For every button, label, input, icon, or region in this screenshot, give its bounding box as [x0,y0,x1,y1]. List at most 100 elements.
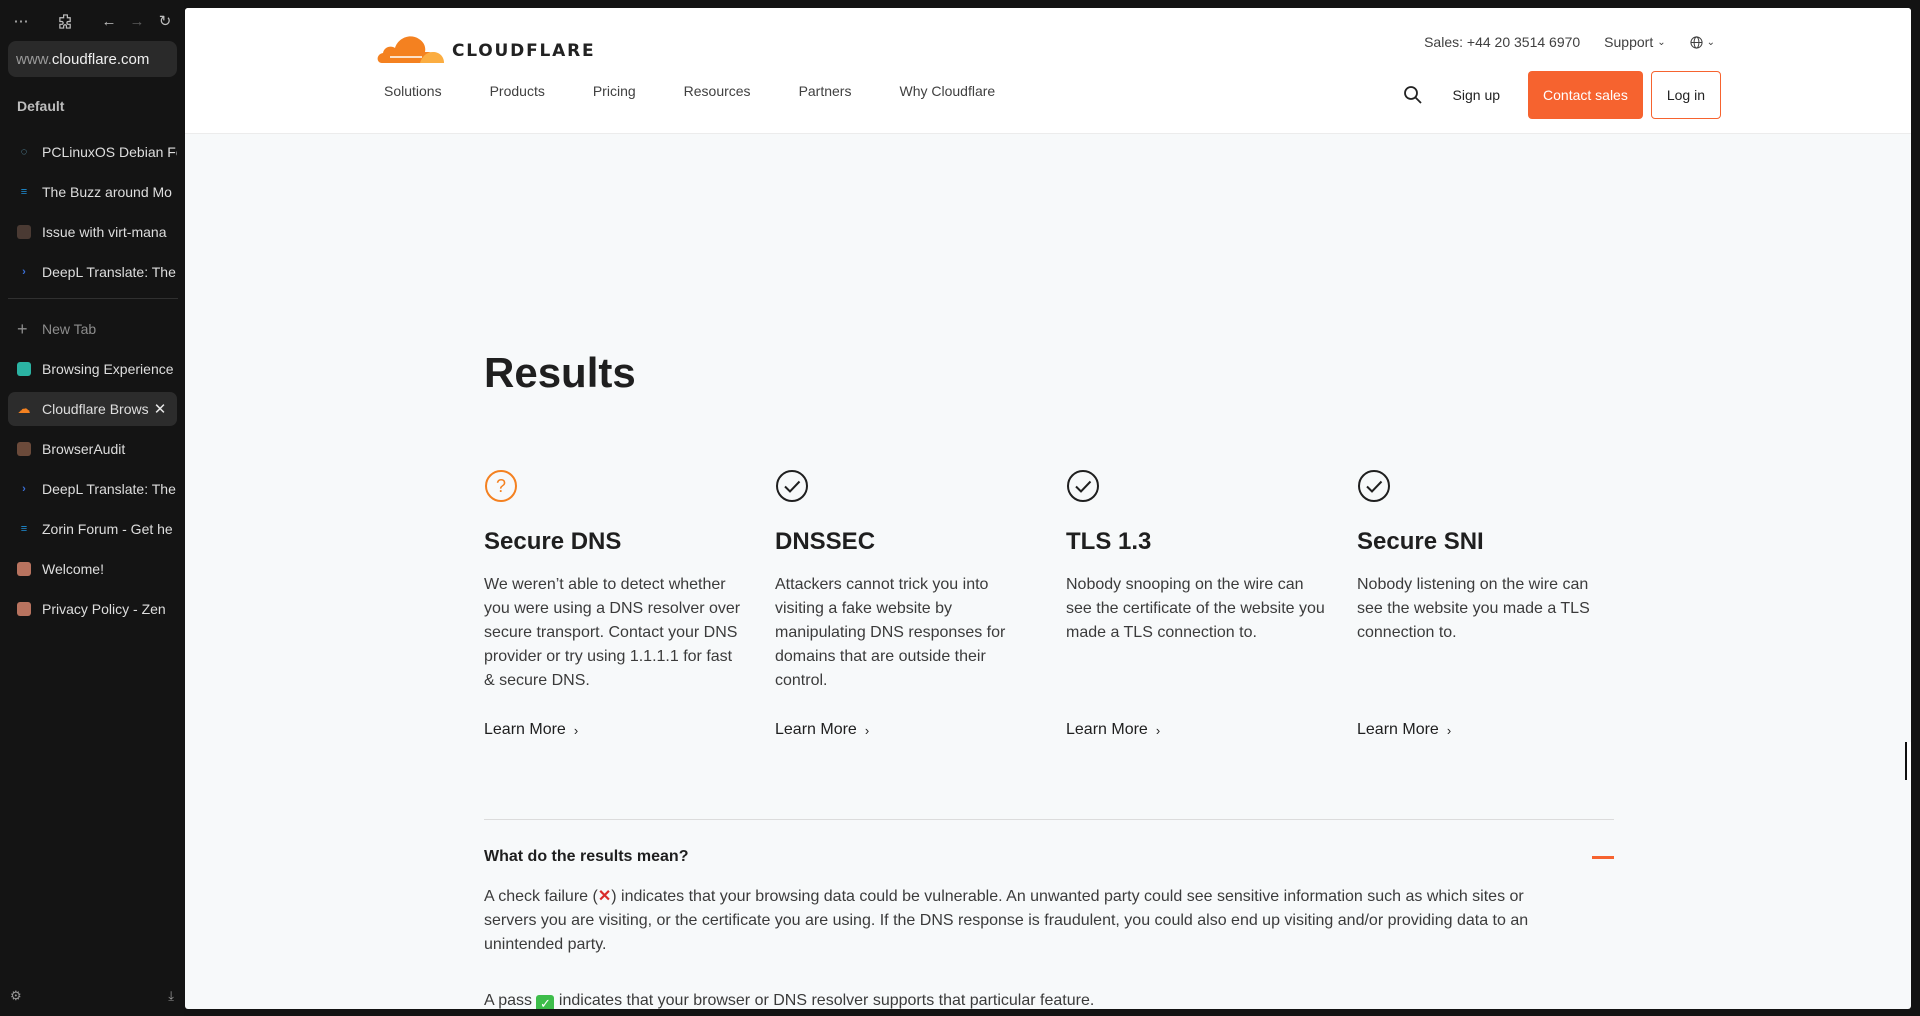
chevron-right-icon: › [1446,722,1452,738]
support-menu[interactable]: Support ⌄ [1604,34,1665,50]
nav-item-products[interactable]: Products [490,83,545,99]
site-header: CLOUDFLARE Sales: +44 20 3514 6970 Suppo… [185,8,1911,134]
tab-title: DeepL Translate: The [42,481,176,497]
tab-title: BrowserAudit [42,441,126,457]
header-utility-links: Sales: +44 20 3514 6970 Support ⌄ ⌄ [1400,34,1715,50]
close-tab-icon[interactable]: ✕ [151,400,169,418]
new-tab-button[interactable]: + New Tab [8,312,177,346]
tab-title: The Buzz around Mo [42,184,172,200]
result-card: ? Secure DNS We weren’t able to detect whe… [484,469,744,738]
card-description: Nobody snooping on the wire can see the … [1066,576,1325,641]
scrollbar-thumb[interactable] [1905,742,1911,780]
workspace-label: Default [17,98,65,114]
chevron-right-icon: › [573,722,579,738]
faq-divider [484,819,1614,820]
forward-arrow-icon[interactable]: → [126,10,148,32]
chevron-down-icon: ⌄ [1657,36,1666,48]
check-circle-icon [776,470,808,502]
browser-sidebar: ⋯ ← → ↻ www. cloudflare.com Default ◌ PCLi… [0,0,184,1016]
nav-item-resources[interactable]: Resources [684,83,751,99]
search-icon[interactable] [1401,83,1425,107]
web-page: CLOUDFLARE Sales: +44 20 3514 6970 Suppo… [185,8,1911,1009]
browser-tab[interactable]: › DeepL Translate: The [8,472,177,506]
learn-more-link[interactable]: Learn More › [1066,721,1160,739]
reload-icon[interactable]: ↻ [154,10,176,32]
support-label: Support [1604,34,1654,50]
card-description: We weren’t able to detect whether you we… [484,576,741,689]
tab-title: Browsing Experience [42,361,174,377]
faq-question[interactable]: What do the results mean? [484,848,688,866]
result-card: DNSSEC Attackers cannot trick you into vi… [775,469,1035,738]
back-arrow-icon[interactable]: ← [98,10,120,32]
card-description: Nobody listening on the wire can see the… [1357,576,1590,641]
nav-item-partners[interactable]: Partners [799,83,852,99]
collapse-minus-icon[interactable] [1592,856,1614,859]
sales-phone[interactable]: Sales: +44 20 3514 6970 [1424,34,1580,50]
deepl-icon: › [22,266,26,278]
browser-tab[interactable]: Privacy Policy - Zen [8,592,177,626]
browser-tab[interactable]: Issue with virt-mana [8,215,177,249]
tab-title: Privacy Policy - Zen [42,601,166,617]
faq-answer-failure: A check failure (✕) indicates that your … [484,888,1529,953]
check-circle-icon [1358,470,1390,502]
chevron-down-icon: ⌄ [1706,36,1715,48]
url-bar[interactable]: www. cloudflare.com [8,41,177,77]
cloudflare-logo[interactable]: CLOUDFLARE [376,24,595,64]
deepl-icon: › [22,483,26,495]
sidebar-footer: ⚙ ⤓ [10,988,174,1008]
tab-title: Cloudflare Brows [42,401,149,417]
log-in-button[interactable]: Log in [1650,71,1721,119]
learn-more-link[interactable]: Learn More › [775,721,869,739]
tab-title: Welcome! [42,561,104,577]
card-title: DNSSEC [775,528,876,555]
browser-tab[interactable]: ☁ Cloudflare Brows ✕ [8,392,177,426]
svg-text:?: ? [496,476,506,496]
nav-item-why-cloudflare[interactable]: Why Cloudflare [899,83,995,99]
cloudflare-icon: ☁ [17,401,31,416]
cloudflare-cloud-icon [377,36,444,63]
browser-tab[interactable]: BrowserAudit [8,432,177,466]
language-menu[interactable]: ⌄ [1690,35,1715,49]
more-menu-icon[interactable]: ⋯ [10,10,32,32]
browser-tab[interactable]: › DeepL Translate: The [8,255,177,289]
browser-tab[interactable]: Browsing Experience [8,352,177,386]
sign-up-link[interactable]: Sign up [1453,87,1500,103]
learn-more-label: Learn More [1066,721,1148,738]
nav-item-pricing[interactable]: Pricing [593,83,636,99]
browser-tab[interactable]: Welcome! [8,552,177,586]
learn-more-link[interactable]: Learn More › [1357,721,1451,739]
check-circle-icon [1067,470,1099,502]
results-title: Results [484,349,636,396]
card-title: TLS 1.3 [1066,528,1152,555]
result-card: TLS 1.3 Nobody snooping on the wire can s… [1066,469,1326,738]
header-actions: Sign up Contact sales Log in [1401,71,1721,119]
main-navigation: Solutions Products Pricing Resources Partner… [384,83,1043,99]
tab-divider [8,298,178,299]
zen-icon [17,562,31,576]
chevron-right-icon: › [864,722,870,738]
settings-gear-icon[interactable]: ⚙ [10,988,22,1008]
tab-title: Issue with virt-mana [42,224,167,240]
downloads-icon[interactable]: ⤓ [168,988,174,1008]
card-title: Secure DNS [484,528,622,555]
chat-bubble-icon: ◌ [20,146,28,158]
nav-item-solutions[interactable]: Solutions [384,83,442,99]
learn-more-link[interactable]: Learn More › [484,721,578,739]
learn-more-label: Learn More [484,721,566,738]
cross-mark-icon: ✕ [597,888,612,905]
extensions-icon[interactable] [54,10,76,32]
card-title: Secure SNI [1357,528,1484,555]
result-card: Secure SNI Nobody listening on the wire c… [1357,469,1617,738]
browser-tab[interactable]: ≡ The Buzz around Mo [8,175,177,209]
chevron-right-icon: › [1155,722,1161,738]
browsing-exp-icon [17,362,31,376]
tab-title: PCLinuxOS Debian Fo [42,144,177,160]
faq-answer-pass: A pass ✓ indicates that your browser or … [484,989,1544,1009]
browser-tab[interactable]: ◌ PCLinuxOS Debian Fo [8,135,177,169]
contact-sales-button[interactable]: Contact sales [1528,71,1643,119]
square-icon [17,225,31,239]
url-domain: cloudflare.com [51,50,150,68]
browser-tab[interactable]: ≡ Zorin Forum - Get he [8,512,177,546]
zorin-icon: ≡ [20,186,28,198]
sidebar-toolbar: ⋯ ← → ↻ [10,10,176,32]
